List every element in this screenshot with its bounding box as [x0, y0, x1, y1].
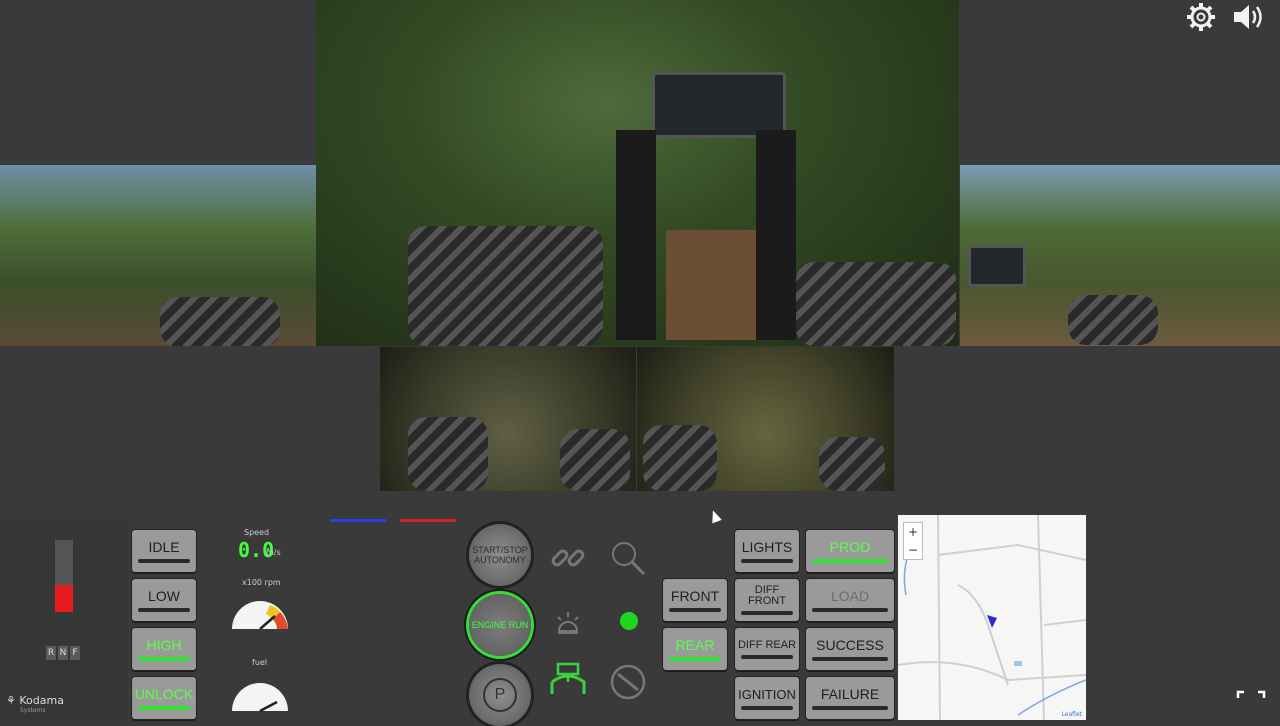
success-button[interactable]: SUCCESS	[806, 628, 894, 670]
rear-label: REAR	[675, 637, 715, 653]
front-label: FRONT	[670, 588, 720, 604]
idle-label: IDLE	[148, 539, 180, 555]
parking-brake-button[interactable]: P	[469, 664, 531, 726]
warning-light-icon	[546, 600, 590, 644]
speed-label: Speed	[244, 528, 270, 537]
front-bucket	[652, 72, 786, 138]
map-attribution[interactable]: Leaflet	[1062, 711, 1082, 718]
left-camera-feed	[0, 165, 316, 346]
front-button[interactable]: FRONT	[663, 579, 727, 621]
search-target-icon	[604, 536, 648, 580]
right-bucket	[968, 245, 1026, 287]
gear-f[interactable]: F	[70, 646, 80, 660]
rpm-label: x100 rpm	[242, 578, 281, 587]
loader-arm-left	[616, 130, 656, 340]
engine-run-button[interactable]: ENGINE RUN	[469, 594, 531, 656]
gear-n[interactable]: N	[58, 646, 68, 660]
engine-run-label: ENGINE RUN	[471, 620, 529, 630]
parking-brake-icon: P	[483, 678, 517, 712]
fuel-label: fuel	[252, 658, 268, 667]
prod-label: PROD	[829, 539, 871, 555]
ignition-label: IGNITION	[738, 686, 796, 702]
loader-arm-right	[756, 130, 796, 340]
low-button[interactable]: LOW	[132, 579, 196, 621]
diff-rear-label: DIFF REAR	[737, 638, 797, 651]
gear-selector: R N F	[46, 646, 80, 660]
failure-label: FAILURE	[820, 686, 880, 702]
zoom-in-button[interactable]: +	[904, 523, 922, 541]
rear-button[interactable]: REAR	[663, 628, 727, 670]
right-tire	[1068, 295, 1158, 345]
speed-unit: m/s	[266, 548, 281, 557]
ground-patch	[666, 230, 756, 340]
rear-right-tire-b	[819, 437, 885, 491]
status-led	[620, 612, 638, 630]
link-broken-icon	[546, 536, 590, 580]
idle-button[interactable]: IDLE	[132, 530, 196, 572]
no-signal-icon	[606, 660, 650, 704]
rear-left-camera-feed	[380, 347, 636, 491]
autonomy-label: START/STOP AUTONOMY	[472, 545, 528, 565]
brand-logo: ⚘ Kodama Systems	[6, 694, 64, 714]
front-camera-feed	[316, 0, 959, 346]
brand-sub: Systems	[20, 707, 46, 714]
front-right-tire	[796, 262, 956, 346]
rear-left-tire-a	[408, 417, 488, 491]
rear-right-tire-a	[643, 425, 717, 491]
indicator-line-blue	[330, 519, 386, 522]
left-tire	[160, 297, 280, 346]
parking-letter: P	[494, 686, 506, 703]
throttle-gauge	[55, 540, 73, 612]
tree-icon: ⚘	[6, 694, 16, 707]
gear-icon[interactable]	[1184, 0, 1218, 34]
ignition-button[interactable]: IGNITION	[735, 677, 799, 719]
zoom-out-button[interactable]: −	[904, 541, 922, 559]
autonomy-button[interactable]: START/STOP AUTONOMY	[469, 524, 531, 586]
map-view[interactable]: Leaflet	[898, 515, 1086, 720]
rpm-dial	[229, 598, 291, 632]
lights-label: LIGHTS	[741, 539, 793, 555]
load-label: LOAD	[830, 588, 870, 604]
unlock-button[interactable]: UNLOCK	[132, 677, 196, 719]
diff-rear-button[interactable]: DIFF REAR	[735, 628, 799, 670]
grapple-icon	[546, 660, 590, 704]
fullscreen-icon[interactable]	[1236, 690, 1266, 710]
mouse-cursor-icon	[708, 508, 722, 524]
success-label: SUCCESS	[816, 637, 884, 653]
map-zoom-control: + −	[903, 522, 923, 560]
throttle-gauge-fill	[55, 584, 73, 612]
diff-front-label: DIFF FRONT	[748, 584, 786, 607]
load-button[interactable]: LOAD	[806, 579, 894, 621]
front-left-tire	[408, 226, 603, 346]
failure-button[interactable]: FAILURE	[806, 677, 894, 719]
indicator-line-red	[400, 519, 456, 522]
speaker-icon[interactable]	[1232, 0, 1266, 34]
lights-button[interactable]: LIGHTS	[735, 530, 799, 572]
low-label: LOW	[148, 588, 180, 604]
brand-name: Kodama	[19, 694, 64, 707]
rear-left-tire-b	[560, 429, 630, 491]
prod-button[interactable]: PROD	[806, 530, 894, 572]
fuel-dial	[229, 680, 291, 714]
high-label: HIGH	[146, 637, 182, 653]
high-button[interactable]: HIGH	[132, 628, 196, 670]
unlock-label: UNLOCK	[134, 686, 194, 702]
right-camera-feed	[960, 165, 1280, 346]
diff-front-button[interactable]: DIFF FRONT	[735, 579, 799, 621]
gear-r[interactable]: R	[46, 646, 56, 660]
rear-right-camera-feed	[637, 347, 894, 491]
